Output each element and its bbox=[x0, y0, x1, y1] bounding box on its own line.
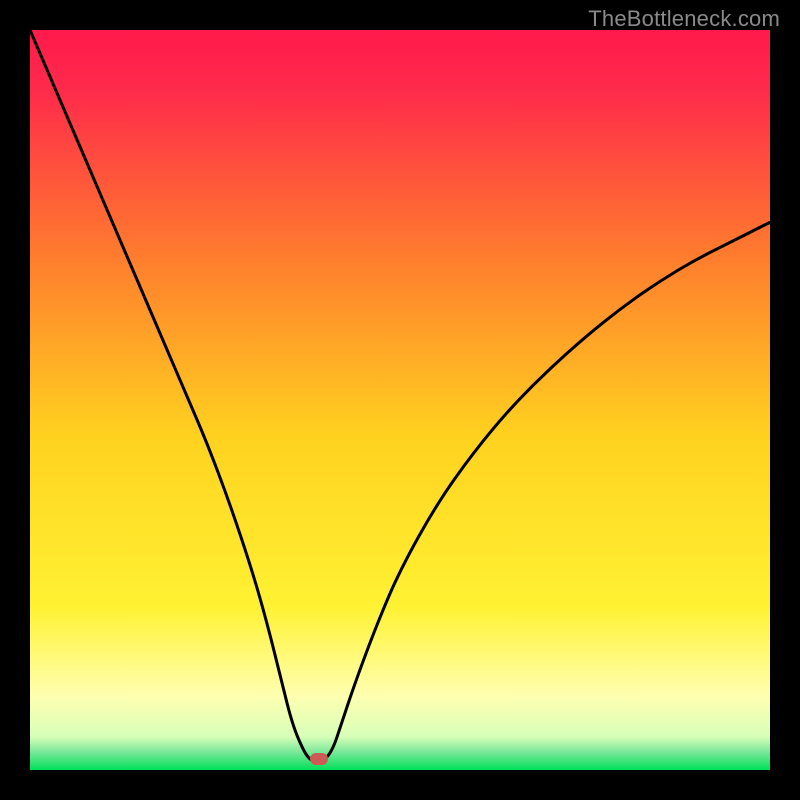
optimum-marker bbox=[310, 753, 328, 765]
bottleneck-curve bbox=[30, 30, 770, 761]
curve-svg bbox=[30, 30, 770, 770]
watermark-text: TheBottleneck.com bbox=[588, 6, 780, 32]
plot-area bbox=[30, 30, 770, 770]
chart-frame: TheBottleneck.com bbox=[0, 0, 800, 800]
